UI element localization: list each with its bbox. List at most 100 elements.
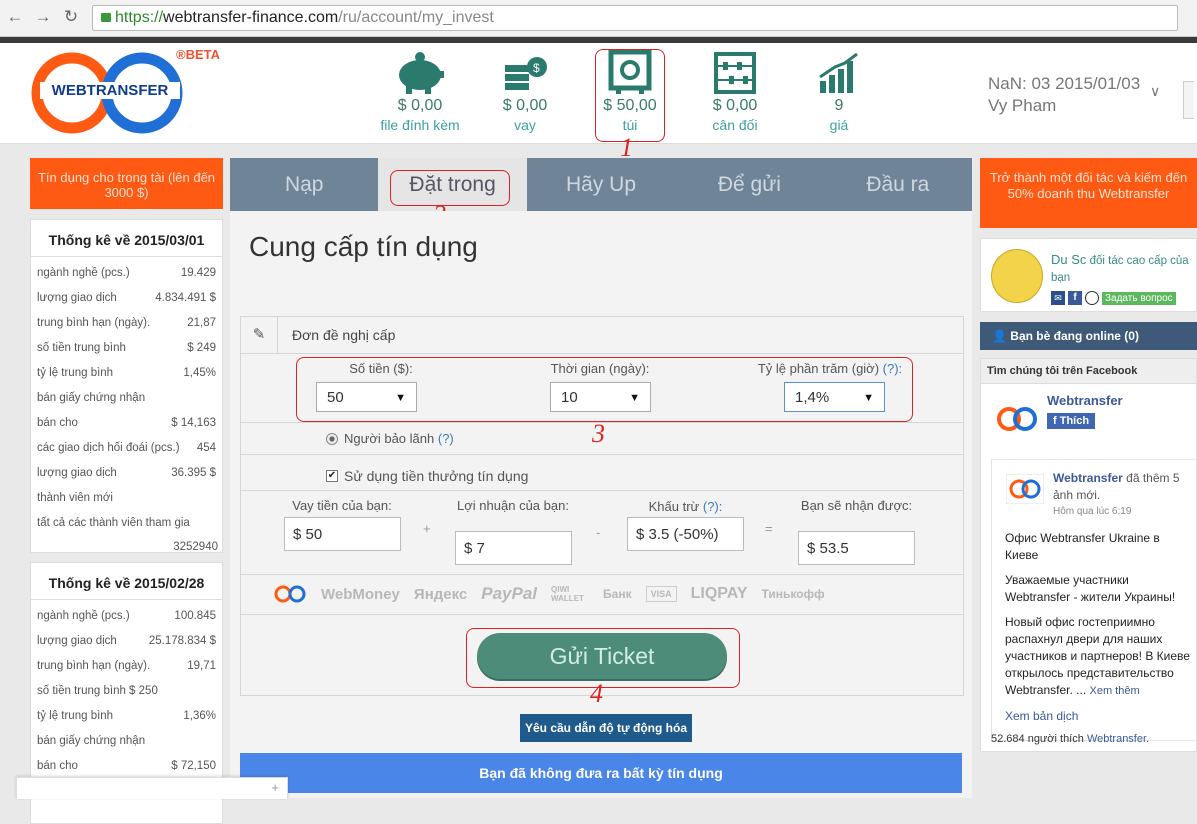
receive-label: Bạn sẽ nhận được: [800, 498, 913, 513]
forward-icon[interactable]: → [32, 6, 54, 28]
url-host: webtransfer-finance.com [163, 9, 339, 26]
tab-send[interactable]: Để gửi [675, 158, 823, 211]
chevron-down-icon[interactable]: ∨ [1150, 83, 1160, 100]
payment-visa: VISA [645, 586, 677, 602]
stat-value: 9 [834, 97, 844, 114]
stats-row: số tiền trung bình $ 249 [31, 336, 222, 361]
auto-withdraw-button[interactable]: Yêu cầu dẫn độ tự động hóa [520, 714, 692, 742]
stat-value: $ 0,00 [397, 97, 443, 114]
stat-value: $ 0,00 [502, 97, 548, 114]
fb-post: Webtransfer đã thêm 5 ảnh mới. Hôm qua l… [991, 459, 1197, 741]
loan-label: Vay tiền của bạn: [292, 498, 392, 513]
stats-key: số tiền trung bình [37, 342, 126, 354]
stats-row: ngành nghề (pcs.) 100.845 [31, 604, 222, 629]
stats-key: bán giấy chứng nhận [37, 735, 146, 747]
fb-page-name[interactable]: Webtransfer [1047, 393, 1123, 408]
form-title: Đơn đề nghị cấp [292, 327, 396, 343]
deduct-help-link[interactable]: (?): [703, 499, 723, 514]
logo[interactable]: WEBTRANSFER [30, 51, 190, 135]
guarantor-help-link[interactable]: (?) [438, 431, 454, 446]
stats-key: lượng giao dịch [37, 292, 117, 304]
stat-loans[interactable]: $ $ 0,00 vay [475, 43, 575, 133]
chat-icon[interactable] [1085, 291, 1099, 305]
fb-like-button[interactable]: f Thích [1047, 413, 1096, 429]
stats-key: thành viên mới [37, 492, 113, 504]
stats-value: 100.845 [174, 610, 216, 622]
mail-icon[interactable]: ✉ [1051, 291, 1065, 305]
post-author[interactable]: Webtransfer [1053, 471, 1123, 485]
bonus-option[interactable]: ✔ Sử dụng tiền thưởng tín dụng [326, 468, 528, 484]
tab-up[interactable]: Hãy Up [527, 158, 675, 211]
credit-promo-button[interactable]: Tín dụng cho trong tài (lên đến 3000 $) [30, 158, 223, 209]
receive-input[interactable]: $ 53.5 [798, 531, 915, 565]
webtransfer-logo-icon [274, 585, 306, 603]
stats-key: bán cho [37, 760, 78, 772]
users-icon: 👤 [992, 329, 1007, 343]
stats-key: ngành nghề (pcs.) [37, 610, 130, 622]
growth-chart-icon [819, 52, 858, 93]
stats-row: lượng giao dịch 4.834.491 $ [31, 286, 222, 311]
beta-badge: ®BETA [176, 47, 221, 62]
partner-promo-button[interactable]: Trở thành một đối tác và kiếm đến 50% do… [980, 158, 1197, 228]
back-icon[interactable]: ← [4, 6, 26, 28]
stats-value: 19,71 [187, 660, 216, 672]
facebook-widget-header: Tìm chúng tôi trên Facebook [981, 359, 1196, 384]
stats-title: Thống kê về 2015/03/01 [31, 220, 222, 257]
deduct-label-row: Khấu trừ (?): [627, 499, 744, 514]
payment-bank: Банк [603, 587, 632, 601]
guarantor-option[interactable]: Người bảo lãnh (?) [326, 431, 454, 446]
see-more-link[interactable]: Xem thêm [1090, 685, 1140, 697]
stat-attachments[interactable]: $ 0,00 file đính kèm [370, 43, 470, 133]
post-time: Hôm qua lúc 6:19 [1053, 506, 1132, 517]
tab-deposit[interactable]: Nạp [230, 158, 378, 211]
stat-balance[interactable]: $ 0,00 cân đối [685, 43, 785, 133]
tab-output[interactable]: Đầu ra [824, 158, 972, 211]
annotation-box-2 [390, 170, 510, 206]
friends-online-bar[interactable]: 👤 Bạn bè đang online (0) [980, 322, 1197, 350]
loan-input[interactable]: $ 50 [284, 517, 401, 551]
stats-row: ngành nghề (pcs.) 19.429 [31, 261, 222, 286]
fb-likes-count: 52.684 người thích Webtransfer. [991, 733, 1149, 745]
partner-card: Du Sc đối tác cao cấp của bạn ✉ f Задать… [980, 238, 1197, 312]
abacus-icon [714, 52, 756, 94]
translate-link[interactable]: Xem bản dịch [1005, 708, 1195, 725]
annotation-number: 3 [592, 419, 605, 448]
webtransfer-page-avatar [997, 407, 1037, 431]
stats-row: lượng giao dịch 36.395 $ [31, 461, 222, 486]
minus-sign: - [596, 525, 601, 540]
profit-label: Lợi nhuận của bạn: [457, 498, 569, 513]
checkbox-icon[interactable]: ✔ [326, 470, 338, 482]
radio-icon[interactable] [326, 432, 338, 445]
partner-name[interactable]: Du Sc [1051, 252, 1086, 267]
stats-key: số tiền trung bình $ 250 [37, 685, 158, 697]
deduct-input[interactable]: $ 3.5 (-50%) [627, 517, 744, 551]
stats-value: $ 14,163 [171, 417, 216, 429]
stats-key: lượng giao dịch [37, 635, 117, 647]
post-header: Webtransfer đã thêm 5 ảnh mới. [1053, 470, 1193, 504]
friends-online-label: Bạn bè đang online (0) [1010, 329, 1139, 343]
annotation-number: 4 [590, 679, 603, 708]
plus-icon[interactable]: + [271, 780, 279, 795]
stats-row: trung bình hạn (ngày). 19,71 [31, 654, 222, 679]
annotation-box-4 [466, 628, 740, 688]
facebook-icon[interactable]: f [1068, 291, 1082, 305]
stats-value: 25.178.834 $ [148, 635, 216, 647]
header-scroll-edge [1183, 81, 1194, 119]
profit-input[interactable]: $ 7 [455, 531, 572, 565]
deduct-label: Khấu trừ [648, 499, 700, 514]
reload-icon[interactable]: ↻ [60, 6, 82, 28]
stat-price[interactable]: 9 giá [789, 43, 889, 133]
user-menu[interactable]: NaN: 03 2015/01/03 Vy Pham [988, 73, 1140, 117]
likes-link[interactable]: Webtransfer. [1087, 733, 1149, 745]
payment-liqpay: LIQPAY [690, 585, 748, 602]
payment-yandex: Яндекс [413, 585, 468, 603]
post-paragraph: Уважаемые участники Webtransfer - жители… [1005, 573, 1176, 604]
stats-row: lượng giao dịch 25.178.834 $ [31, 629, 222, 654]
post-paragraph: Офис Webtransfer Ukraine в Киеве [1005, 531, 1160, 562]
address-bar[interactable]: https://webtransfer-finance.com/ru/accou… [92, 5, 1178, 31]
stats-key: tỷ lệ trung bình [37, 367, 114, 379]
divider [241, 614, 963, 615]
stats-key: trung bình hạn (ngày). [37, 660, 151, 672]
chat-widget[interactable]: + [16, 777, 288, 799]
ask-question-button[interactable]: Задать вопрос [1102, 291, 1176, 305]
